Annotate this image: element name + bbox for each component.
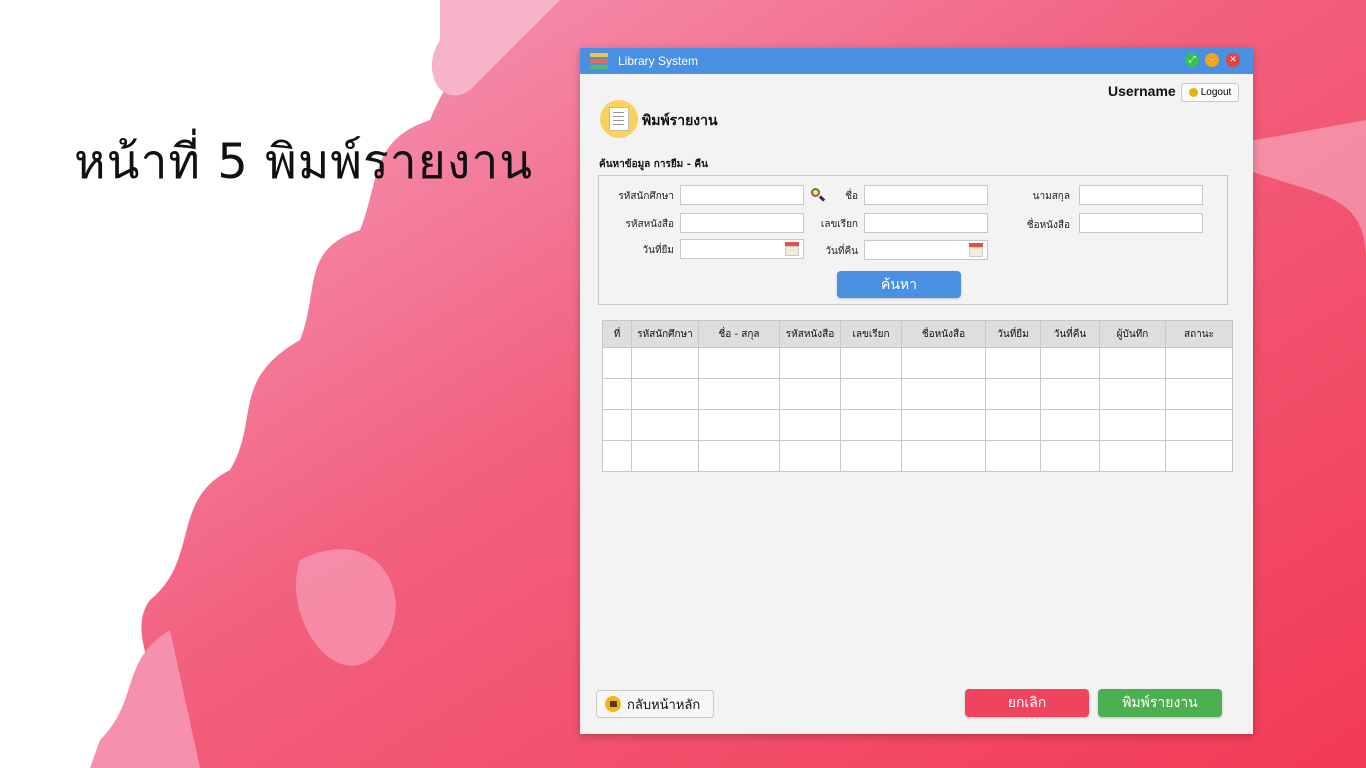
column-header[interactable]: วันที่คืน	[1040, 320, 1100, 348]
home-label: กลับหน้าหลัก	[627, 697, 701, 713]
column-header[interactable]: สถานะ	[1165, 320, 1233, 348]
borrow-date-input[interactable]	[680, 239, 804, 259]
table-row[interactable]	[602, 378, 1233, 410]
last-name-label: นามสกุล	[1032, 191, 1070, 202]
last-name-input[interactable]	[1079, 185, 1203, 205]
call-number-label: เลขเรียก	[820, 219, 858, 230]
call-number-input[interactable]	[864, 213, 988, 233]
logout-label: Logout	[1200, 87, 1232, 98]
calendar-icon[interactable]	[785, 242, 799, 256]
book-title-input[interactable]	[1079, 213, 1203, 233]
table-header-row: ที่ รหัสนักศึกษา ชื่อ - สกุล รหัสหนังสือ…	[602, 320, 1233, 348]
book-id-label: รหัสหนังสือ	[625, 219, 675, 230]
column-header[interactable]: ชื่อ - สกุล	[698, 320, 780, 348]
logout-button[interactable]: Logout	[1181, 83, 1239, 102]
minimize-button[interactable]: –	[1205, 53, 1219, 67]
table-row[interactable]	[602, 409, 1233, 441]
window-title: Library System	[618, 54, 699, 68]
maximize-button[interactable]: ⤢	[1185, 53, 1199, 67]
return-date-label: วันที่คืน	[825, 246, 858, 257]
close-button[interactable]: ✕	[1226, 53, 1240, 67]
column-header[interactable]: ที่	[602, 320, 632, 348]
search-button[interactable]: ค้นหา	[837, 271, 961, 298]
column-header[interactable]: รหัสนักศึกษา	[631, 320, 699, 348]
column-header[interactable]: วันที่ยืม	[985, 320, 1041, 348]
page-heading: พิมพ์รายงาน	[642, 113, 718, 129]
column-header[interactable]: ชื่อหนังสือ	[901, 320, 986, 348]
column-header[interactable]: รหัสหนังสือ	[779, 320, 841, 348]
book-title-label: ชื่อหนังสือ	[1026, 220, 1070, 231]
results-table: ที่ รหัสนักศึกษา ชื่อ - สกุล รหัสหนังสือ…	[602, 320, 1233, 472]
window-titlebar: Library System ⤢ – ✕	[580, 48, 1253, 74]
search-section-label: ค้นหาข้อมูล การยืม - คืน	[599, 159, 708, 170]
home-button[interactable]: กลับหน้าหลัก	[596, 690, 714, 718]
column-header[interactable]: ผู้บันทึก	[1099, 320, 1166, 348]
student-id-input[interactable]	[680, 185, 804, 205]
home-icon	[605, 696, 621, 712]
report-icon	[600, 100, 638, 138]
return-date-input[interactable]	[864, 240, 988, 260]
first-name-label: ชื่อ	[845, 191, 858, 202]
calendar-icon[interactable]	[969, 243, 983, 257]
books-icon	[590, 53, 608, 69]
first-name-input[interactable]	[864, 185, 988, 205]
print-report-button[interactable]: พิมพ์รายงาน	[1098, 689, 1222, 717]
slide-title: หน้าที่ 5 พิมพ์รายงาน	[74, 134, 534, 190]
table-row[interactable]	[602, 347, 1233, 379]
username-label: Username	[1108, 83, 1176, 99]
borrow-date-label: วันที่ยืม	[642, 245, 675, 256]
column-header[interactable]: เลขเรียก	[840, 320, 902, 348]
student-id-label: รหัสนักศึกษา	[618, 191, 674, 202]
logout-icon	[1188, 88, 1198, 97]
cancel-button[interactable]: ยกเลิก	[965, 689, 1089, 717]
table-row[interactable]	[602, 440, 1233, 472]
book-id-input[interactable]	[680, 213, 804, 233]
library-window: Library System ⤢ – ✕ Username Logout พิม…	[580, 48, 1253, 734]
